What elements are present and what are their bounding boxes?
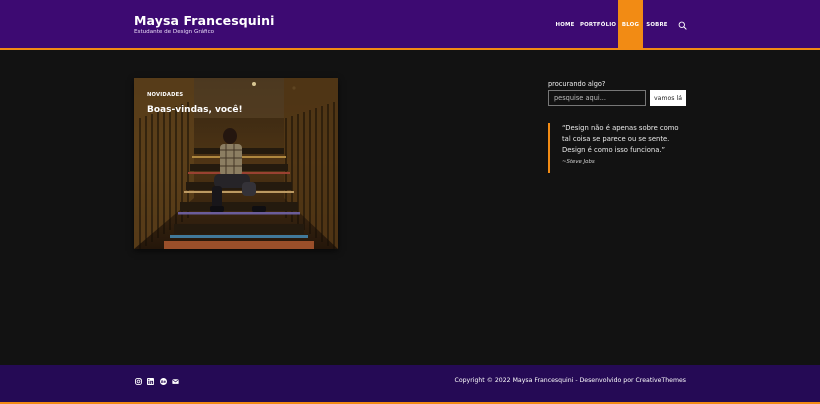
quote-block: “Design não é apenas sobre como tal cois… [548, 123, 688, 173]
search-input[interactable] [548, 90, 646, 106]
footer-copyright: Copyright © 2022 Maysa Francesquini - De… [454, 377, 687, 384]
quote-text: “Design não é apenas sobre como tal cois… [562, 124, 679, 154]
nav-item-sobre[interactable]: SOBRE [645, 0, 669, 50]
svg-text:Bē: Bē [161, 380, 167, 384]
site-title[interactable]: Maysa Francesquini [134, 13, 275, 28]
site-tagline: Estudante de Design Gráfico [134, 29, 215, 35]
instagram-icon[interactable] [135, 378, 142, 385]
post-featured-image[interactable] [134, 78, 338, 249]
linkedin-icon[interactable] [147, 378, 154, 385]
email-icon[interactable] [172, 378, 179, 385]
nav-item-blog[interactable]: BLOG [618, 0, 643, 50]
site-header: Maysa Francesquini Estudante de Design G… [0, 0, 820, 50]
site-footer [0, 365, 820, 402]
post-card[interactable]: NOVIDADES Boas-vindas, você! [134, 78, 338, 249]
nav-item-home[interactable]: HOME [552, 0, 578, 50]
nav-item-portfolio[interactable]: PORTFÓLIO [580, 0, 616, 50]
quote-author: ~Steve Jobs [562, 159, 595, 165]
behance-icon[interactable]: Bē [160, 378, 167, 385]
post-title[interactable]: Boas-vindas, você! [147, 105, 243, 115]
search-label: procurando algo? [548, 80, 606, 88]
search-button[interactable]: vamos lá [650, 90, 686, 106]
post-category[interactable]: NOVIDADES [147, 92, 183, 98]
search-icon[interactable] [678, 21, 687, 30]
